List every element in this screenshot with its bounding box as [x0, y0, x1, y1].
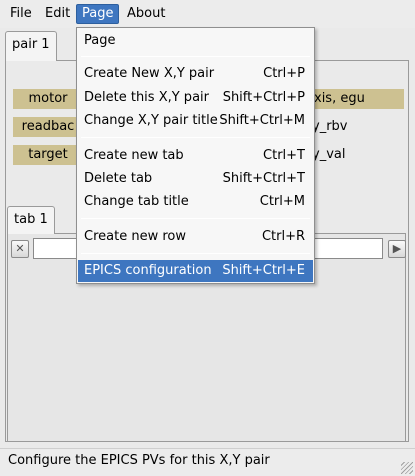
play-icon[interactable]: ▶: [388, 240, 406, 258]
menu-item-epics-configuration[interactable]: EPICS configuration Shift+Ctrl+E: [78, 260, 313, 282]
menu-item-change-xy-title[interactable]: Change X,Y pair title Shift+Ctrl+M: [78, 110, 313, 132]
resize-grip-icon[interactable]: [401, 462, 413, 474]
menu-item-shortcut: Shift+Ctrl+E: [222, 263, 305, 278]
motor-right-field[interactable]: xis, egu: [312, 89, 404, 109]
tab-tab-1[interactable]: tab 1: [7, 206, 55, 234]
menu-file[interactable]: File: [5, 4, 37, 24]
statusbar: Configure the EPICS PVs for this X,Y pai…: [0, 448, 415, 476]
menu-item-shortcut: Ctrl+T: [263, 148, 305, 163]
menu-item-label: Delete tab: [84, 171, 153, 186]
readback-label[interactable]: readbac: [13, 117, 83, 137]
tab-pair-1[interactable]: pair 1: [5, 31, 57, 61]
motor-label[interactable]: motor: [13, 89, 83, 109]
menu-item-shortcut: Ctrl+R: [261, 229, 305, 244]
target-right-text: y_val: [312, 147, 346, 162]
menu-item-label: Create New X,Y pair: [84, 66, 215, 81]
menu-separator: [81, 218, 310, 219]
menu-item-page-tearoff[interactable]: Page: [78, 30, 313, 52]
menu-item-label: Create new row: [84, 229, 186, 244]
close-icon[interactable]: ✕: [11, 240, 29, 258]
menu-item-change-tab-title[interactable]: Change tab title Ctrl+M: [78, 191, 313, 213]
menu-separator: [81, 137, 310, 138]
menu-separator: [81, 56, 310, 57]
menu-item-label: Page: [84, 33, 116, 48]
readback-right-text: y_rbv: [312, 119, 348, 134]
page-menu-dropdown: Page Create New X,Y pair Ctrl+P Delete t…: [76, 27, 315, 284]
menu-item-delete-xy-pair[interactable]: Delete this X,Y pair Shift+Ctrl+P: [78, 87, 313, 109]
menu-about[interactable]: About: [122, 4, 170, 24]
menu-edit[interactable]: Edit: [40, 4, 75, 24]
menu-item-create-row[interactable]: Create new row Ctrl+R: [78, 226, 313, 248]
target-label[interactable]: target: [13, 145, 83, 165]
menu-item-shortcut: Shift+Ctrl+P: [222, 90, 305, 105]
menu-item-label: EPICS configuration: [84, 263, 212, 278]
menu-page[interactable]: Page: [76, 4, 120, 24]
menu-item-shortcut: Shift+Ctrl+T: [222, 171, 305, 186]
status-text: Configure the EPICS PVs for this X,Y pai…: [8, 453, 270, 468]
menu-item-label: Create new tab: [84, 148, 184, 163]
menu-item-shortcut: Shift+Ctrl+M: [219, 113, 305, 128]
menu-item-delete-tab[interactable]: Delete tab Shift+Ctrl+T: [78, 168, 313, 190]
menu-item-create-tab[interactable]: Create new tab Ctrl+T: [78, 145, 313, 167]
menubar: File Edit Page About: [0, 0, 415, 28]
menu-item-label: Change X,Y pair title: [84, 113, 218, 128]
menu-item-shortcut: Ctrl+M: [259, 194, 305, 209]
menu-item-label: Change tab title: [84, 194, 189, 209]
menu-item-create-xy-pair[interactable]: Create New X,Y pair Ctrl+P: [78, 63, 313, 85]
menu-item-shortcut: Ctrl+P: [263, 66, 305, 81]
menu-item-label: Delete this X,Y pair: [84, 90, 209, 105]
menu-separator: [81, 253, 310, 254]
